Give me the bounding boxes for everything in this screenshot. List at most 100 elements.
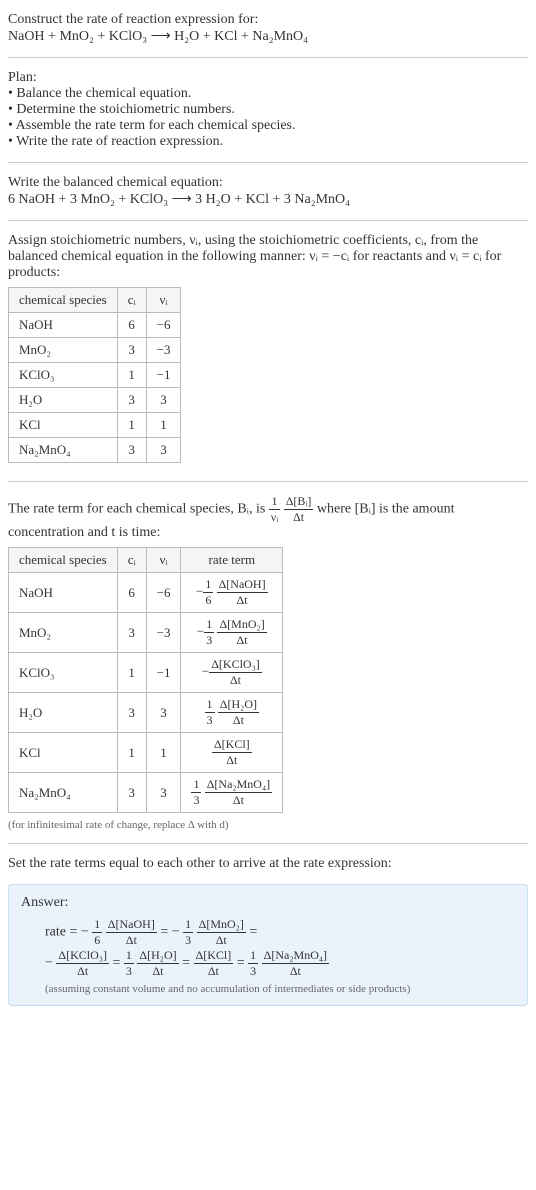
frac: 16: [203, 577, 213, 608]
frac-num: Δ[Na₂MnO₄]: [262, 948, 329, 964]
frac-den: Δt: [56, 964, 109, 979]
frac: Δ[KClO₃]Δt: [209, 657, 262, 688]
table-row: H₂O33: [9, 388, 181, 413]
frac-den: Δt: [205, 793, 272, 808]
frac: Δ[Bᵢ]Δt: [284, 494, 314, 525]
cell-species: MnO₂: [9, 613, 118, 653]
balanced-equation: 6 NaOH + 3 MnO₂ + KClO₃ ⟶ 3 H₂O + KCl + …: [8, 191, 528, 208]
frac-num: Δ[MnO₂]: [217, 617, 266, 633]
cell-ci: 3: [117, 773, 146, 813]
cell-species: KClO₃: [9, 653, 118, 693]
cell-vi: −3: [146, 338, 181, 363]
frac-num: Δ[KClO₃]: [209, 657, 262, 673]
frac-num: 1: [203, 577, 213, 593]
cell-vi: −1: [146, 653, 181, 693]
answer-note: (assuming constant volume and no accumul…: [45, 983, 515, 995]
cell-vi: 3: [146, 693, 181, 733]
rateterm-table: chemical species cᵢ νᵢ rate term NaOH 6 …: [8, 547, 283, 813]
cell-species: H₂O: [9, 388, 118, 413]
intro-line1: Construct the rate of reaction expressio…: [8, 12, 528, 28]
cell-ci: 1: [117, 363, 146, 388]
frac: 13: [124, 948, 134, 979]
rateterm-intro-a: The rate term for each chemical species,…: [8, 502, 269, 517]
cell-vi: −6: [146, 573, 181, 613]
divider: [8, 843, 528, 844]
frac-num: Δ[Bᵢ]: [284, 494, 314, 510]
cell-rateterm: 13 Δ[H₂O]Δt: [181, 693, 283, 733]
cell-vi: −1: [146, 363, 181, 388]
frac-den: Δt: [218, 713, 259, 728]
stoich-table: chemical species cᵢ νᵢ NaOH6−6 MnO₂3−3 K…: [8, 287, 181, 463]
frac-den: 3: [205, 713, 215, 728]
table-row: KClO₃1−1: [9, 363, 181, 388]
cell-ci: 3: [117, 438, 146, 463]
frac: 16: [92, 917, 102, 948]
plan-bullet: • Balance the chemical equation.: [8, 86, 528, 102]
eq: = −: [160, 925, 179, 940]
col-species: chemical species: [9, 548, 118, 573]
frac: Δ[KCl]Δt: [212, 737, 252, 768]
frac-num: 1: [183, 917, 193, 933]
cell-species: NaOH: [9, 313, 118, 338]
table-row: H₂O 3 3 13 Δ[H₂O]Δt: [9, 693, 283, 733]
eq: =: [182, 956, 193, 971]
table-row: MnO₂ 3 −3 −13 Δ[MnO₂]Δt: [9, 613, 283, 653]
frac-den: Δt: [197, 933, 246, 948]
table-row: Na₂MnO₄ 3 3 13 Δ[Na₂MnO₄]Δt: [9, 773, 283, 813]
divider: [8, 481, 528, 482]
cell-rateterm: −13 Δ[MnO₂]Δt: [181, 613, 283, 653]
table-row: Na₂MnO₄33: [9, 438, 181, 463]
rateterm-section: The rate term for each chemical species,…: [8, 490, 528, 835]
cell-vi: 3: [146, 438, 181, 463]
table-row: NaOH6−6: [9, 313, 181, 338]
table-header-row: chemical species cᵢ νᵢ: [9, 288, 181, 313]
divider: [8, 57, 528, 58]
answer-line1: rate = − 16 Δ[NaOH]Δt = − 13 Δ[MnO₂]Δt =: [45, 917, 515, 948]
frac-num: 1: [124, 948, 134, 964]
cell-ci: 1: [117, 733, 146, 773]
frac-num: Δ[NaOH]: [106, 917, 157, 933]
cell-ci: 3: [117, 613, 146, 653]
frac-den: Δt: [212, 753, 252, 768]
frac-num: 1: [205, 697, 215, 713]
frac-den: Δt: [262, 964, 329, 979]
frac-den: 6: [92, 933, 102, 948]
rateterm-intro: The rate term for each chemical species,…: [8, 494, 528, 541]
cell-vi: 3: [146, 773, 181, 813]
col-rateterm: rate term: [181, 548, 283, 573]
frac-den: νᵢ: [269, 510, 280, 525]
col-vi: νᵢ: [146, 288, 181, 313]
frac: 1νᵢ: [269, 494, 280, 525]
cell-species: MnO₂: [9, 338, 118, 363]
frac-num: Δ[KClO₃]: [56, 948, 109, 964]
table-header-row: chemical species cᵢ νᵢ rate term: [9, 548, 283, 573]
frac-num: 1: [248, 948, 258, 964]
frac: Δ[Na₂MnO₄]Δt: [205, 777, 272, 808]
frac: 13: [248, 948, 258, 979]
frac: Δ[Na₂MnO₄]Δt: [262, 948, 329, 979]
cell-vi: 3: [146, 388, 181, 413]
cell-vi: 1: [146, 733, 181, 773]
table-row: MnO₂3−3: [9, 338, 181, 363]
frac: 13: [183, 917, 193, 948]
frac-den: Δt: [284, 510, 314, 525]
rate-prefix: rate = −: [45, 925, 89, 940]
col-species: chemical species: [9, 288, 118, 313]
cell-vi: −6: [146, 313, 181, 338]
balanced-section: Write the balanced chemical equation: 6 …: [8, 171, 528, 212]
frac-num: 1: [269, 494, 280, 510]
eq: =: [112, 956, 123, 971]
plan-title: Plan:: [8, 70, 528, 86]
cell-ci: 3: [117, 693, 146, 733]
final-intro: Set the rate terms equal to each other t…: [8, 856, 528, 872]
cell-species: Na₂MnO₄: [9, 773, 118, 813]
cell-ci: 6: [117, 573, 146, 613]
intro-section: Construct the rate of reaction expressio…: [8, 8, 528, 49]
frac: 13: [205, 697, 215, 728]
frac: Δ[H₂O]Δt: [137, 948, 178, 979]
cell-ci: 1: [117, 413, 146, 438]
final-section: Set the rate terms equal to each other t…: [8, 852, 528, 876]
frac-den: 3: [248, 964, 258, 979]
frac-den: Δt: [106, 933, 157, 948]
frac-num: Δ[NaOH]: [217, 577, 268, 593]
